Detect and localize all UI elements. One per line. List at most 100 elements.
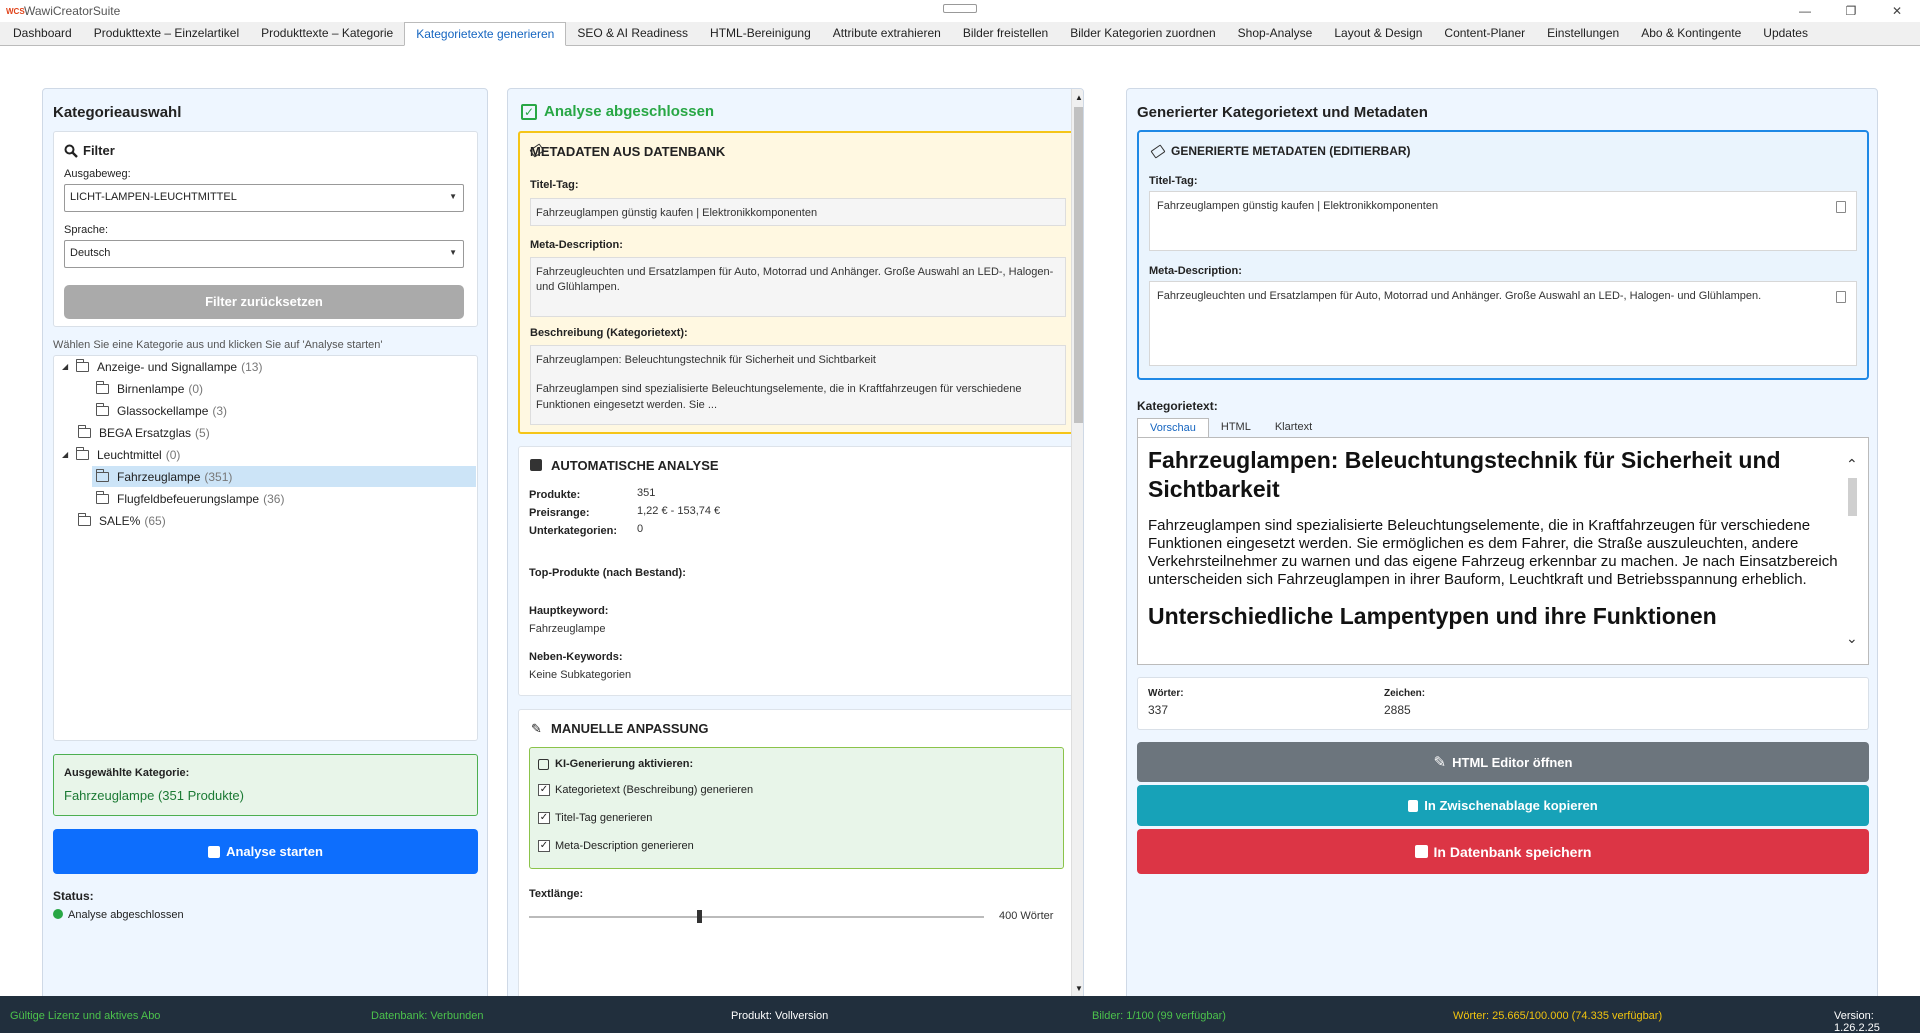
maximize-button[interactable]: ❐ [1828,0,1874,22]
selected-category-box: Ausgewählte Kategorie: Fahrzeuglampe (35… [53,754,478,816]
db-title-tag-field: Fahrzeuglampen günstig kaufen | Elektron… [530,198,1066,226]
tree-item-bega-ersatzglas[interactable]: BEGA Ersatzglas (5) [78,422,210,443]
title-bar: WCS WawiCreatorSuite — ❐ ✕ [0,0,1920,22]
text-length-value: 400 Wörter [999,910,1054,922]
price-range-value: 1,22 € - 153,74 € [637,505,721,517]
chart-icon [530,459,542,471]
ausgabeweg-value: LICHT-LAMPEN-LEUCHTMITTEL [70,191,237,203]
close-button[interactable]: ✕ [1874,0,1920,22]
tree-item-sale[interactable]: SALE% (65) [78,510,166,531]
copy-to-clipboard-button[interactable]: In Zwischenablage kopieren [1137,785,1869,826]
tree-item-leuchtmittel[interactable]: ◢ Leuchtmittel (0) [62,444,180,465]
save-to-database-button[interactable]: In Datenbank speichern [1137,829,1869,874]
slider-thumb[interactable] [697,910,703,923]
tab-bilder-kategorien-zuordnen[interactable]: Bilder Kategorien zuordnen [1059,23,1226,45]
preview-heading-2: Unterschiedliche Lampentypen und ihre Fu… [1148,603,1717,629]
copy-to-clipboard-label: In Zwischenablage kopieren [1424,798,1598,813]
tree-item-birnenlampe[interactable]: Birnenlampe (0) [96,378,203,399]
checkbox-checked[interactable]: ✓ [538,812,550,824]
db-meta-desc-field: Fahrzeugleuchten und Ersatzlampen für Au… [530,257,1066,317]
tab-attribute-extrahieren[interactable]: Attribute extrahieren [822,23,952,45]
reset-filter-button[interactable]: Filter zurücksetzen [64,285,464,319]
checkbox-checked[interactable]: ✓ [538,840,550,852]
open-html-editor-button[interactable]: ✎ HTML Editor öffnen [1137,742,1869,782]
tab-html[interactable]: HTML [1209,418,1263,438]
tab-produkttexte-einzelartikel[interactable]: Produkttexte – Einzelartikel [83,23,250,45]
tab-shop-analyse[interactable]: Shop-Analyse [1227,23,1324,45]
scroll-down-icon[interactable]: ▼ [1075,984,1083,993]
middle-scrollbar[interactable]: ▲ ▼ [1071,89,1083,999]
text-length-slider[interactable] [529,910,984,923]
option-generate-meta-description[interactable]: ✓ Meta-Description generieren [538,840,694,852]
tab-updates[interactable]: Updates [1752,23,1819,45]
clipboard-icon[interactable] [1836,201,1846,213]
database-status: Datenbank: Verbunden [371,1010,484,1022]
main-keyword-value: Fahrzeuglampe [529,623,606,635]
option-generate-title-tag[interactable]: ✓ Titel-Tag generieren [538,812,652,824]
tree-item-glassockellampe[interactable]: Glassockellampe (3) [96,400,227,421]
tab-abo-kontingente[interactable]: Abo & Kontingente [1630,23,1752,45]
secondary-keywords-label: Neben-Keywords: [529,651,623,663]
folder-icon [96,402,109,416]
status-bar: Gültige Lizenz und aktives Abo Datenbank… [0,996,1920,1033]
tab-seo-ai-readiness[interactable]: SEO & AI Readiness [566,23,699,45]
generated-metadata-title: Generierte Metadaten (editierbar) [1171,144,1411,158]
gen-title-tag-value: Fahrzeuglampen günstig kaufen | Elektron… [1157,200,1439,212]
gen-title-tag-label: Titel-Tag: [1149,175,1198,187]
scroll-up-icon[interactable]: ⌃ [1846,456,1858,473]
tree-item-count: (0) [188,381,204,396]
tab-dashboard[interactable]: Dashboard [2,23,83,45]
tab-produkttexte-kategorie[interactable]: Produkttexte – Kategorie [250,23,404,45]
preview-scrollbar-thumb[interactable] [1848,478,1857,516]
tab-content-planer[interactable]: Content-Planer [1433,23,1536,45]
tree-item-anzeige-signallampe[interactable]: ◢ Anzeige- und Signallampe (13) [62,356,262,377]
gen-title-tag-input[interactable]: Fahrzeuglampen günstig kaufen | Elektron… [1149,191,1857,251]
tree-item-label: BEGA Ersatzglas [99,425,192,440]
auto-analysis-title: Automatische Analyse [551,458,719,473]
drag-handle[interactable] [943,4,977,13]
status-value: Analyse abgeschlossen [68,909,184,921]
expand-icon[interactable]: ◢ [62,362,76,371]
subcategories-value: 0 [637,523,644,535]
scroll-down-icon[interactable]: ⌄ [1846,630,1858,647]
words-quota: Wörter: 25.665/100.000 (74.335 verfügbar… [1453,1010,1663,1022]
products-value: 351 [637,487,656,499]
db-description-body: Fahrzeuglampen sind spezialisierte Beleu… [536,383,1022,411]
folder-icon [96,468,109,482]
filter-header: Filter [64,143,115,158]
tab-html-bereinigung[interactable]: HTML-Bereinigung [699,23,822,45]
clipboard-icon[interactable] [1836,291,1846,303]
expand-icon[interactable]: ◢ [62,450,76,459]
images-quota: Bilder: 1/100 (99 verfügbar) [1092,1010,1226,1022]
auto-analysis-card: Automatische Analyse Produkte: 351 Preis… [518,446,1074,696]
scroll-up-icon[interactable]: ▲ [1075,93,1083,102]
scrollbar-thumb[interactable] [1074,107,1083,423]
minimize-button[interactable]: — [1782,0,1828,22]
tab-vorschau[interactable]: Vorschau [1137,418,1209,438]
tab-layout-design[interactable]: Layout & Design [1323,23,1433,45]
option-generate-description[interactable]: ✓ Kategorietext (Beschreibung) generieren [538,784,753,796]
tree-item-fahrzeuglampe[interactable]: Fahrzeuglampe (351) [92,466,476,487]
text-length-label: Textlänge: [529,888,584,900]
tab-bilder-freistellen[interactable]: Bilder freistellen [952,23,1059,45]
sprache-select[interactable]: Deutsch ▼ [64,240,464,268]
tab-einstellungen[interactable]: Einstellungen [1536,23,1630,45]
db-metadata-card: Metadaten aus Datenbank Titel-Tag: Fahrz… [518,131,1074,434]
tree-item-label: Fahrzeuglampe [117,469,201,484]
checkbox-checked[interactable]: ✓ [538,784,550,796]
option-label: Kategorietext (Beschreibung) generieren [555,784,754,796]
search-icon [64,144,78,158]
ausgabeweg-select[interactable]: LICHT-LAMPEN-LEUCHTMITTEL ▼ [64,184,464,212]
tab-kategorietexte-generieren[interactable]: Kategorietexte generieren [404,22,567,46]
ai-generation-label: KI-Generierung aktivieren: [555,758,694,770]
app-title: WawiCreatorSuite [24,4,121,18]
tree-item-count: (36) [263,491,285,506]
start-analysis-button[interactable]: Analyse starten [53,829,478,874]
version-label: Version: 1.26.2.25 [1834,1010,1880,1033]
db-description-field: Fahrzeuglampen: Beleuchtungstechnik für … [530,345,1066,425]
tree-item-count: (13) [241,359,263,374]
gen-meta-desc-input[interactable]: Fahrzeugleuchten und Ersatzlampen für Au… [1149,281,1857,366]
tree-item-flugfeldbefeuerungslampe[interactable]: Flugfeldbefeuerungslampe (36) [96,488,284,509]
chevron-down-icon: ▼ [449,192,457,201]
tab-klartext[interactable]: Klartext [1263,418,1324,438]
